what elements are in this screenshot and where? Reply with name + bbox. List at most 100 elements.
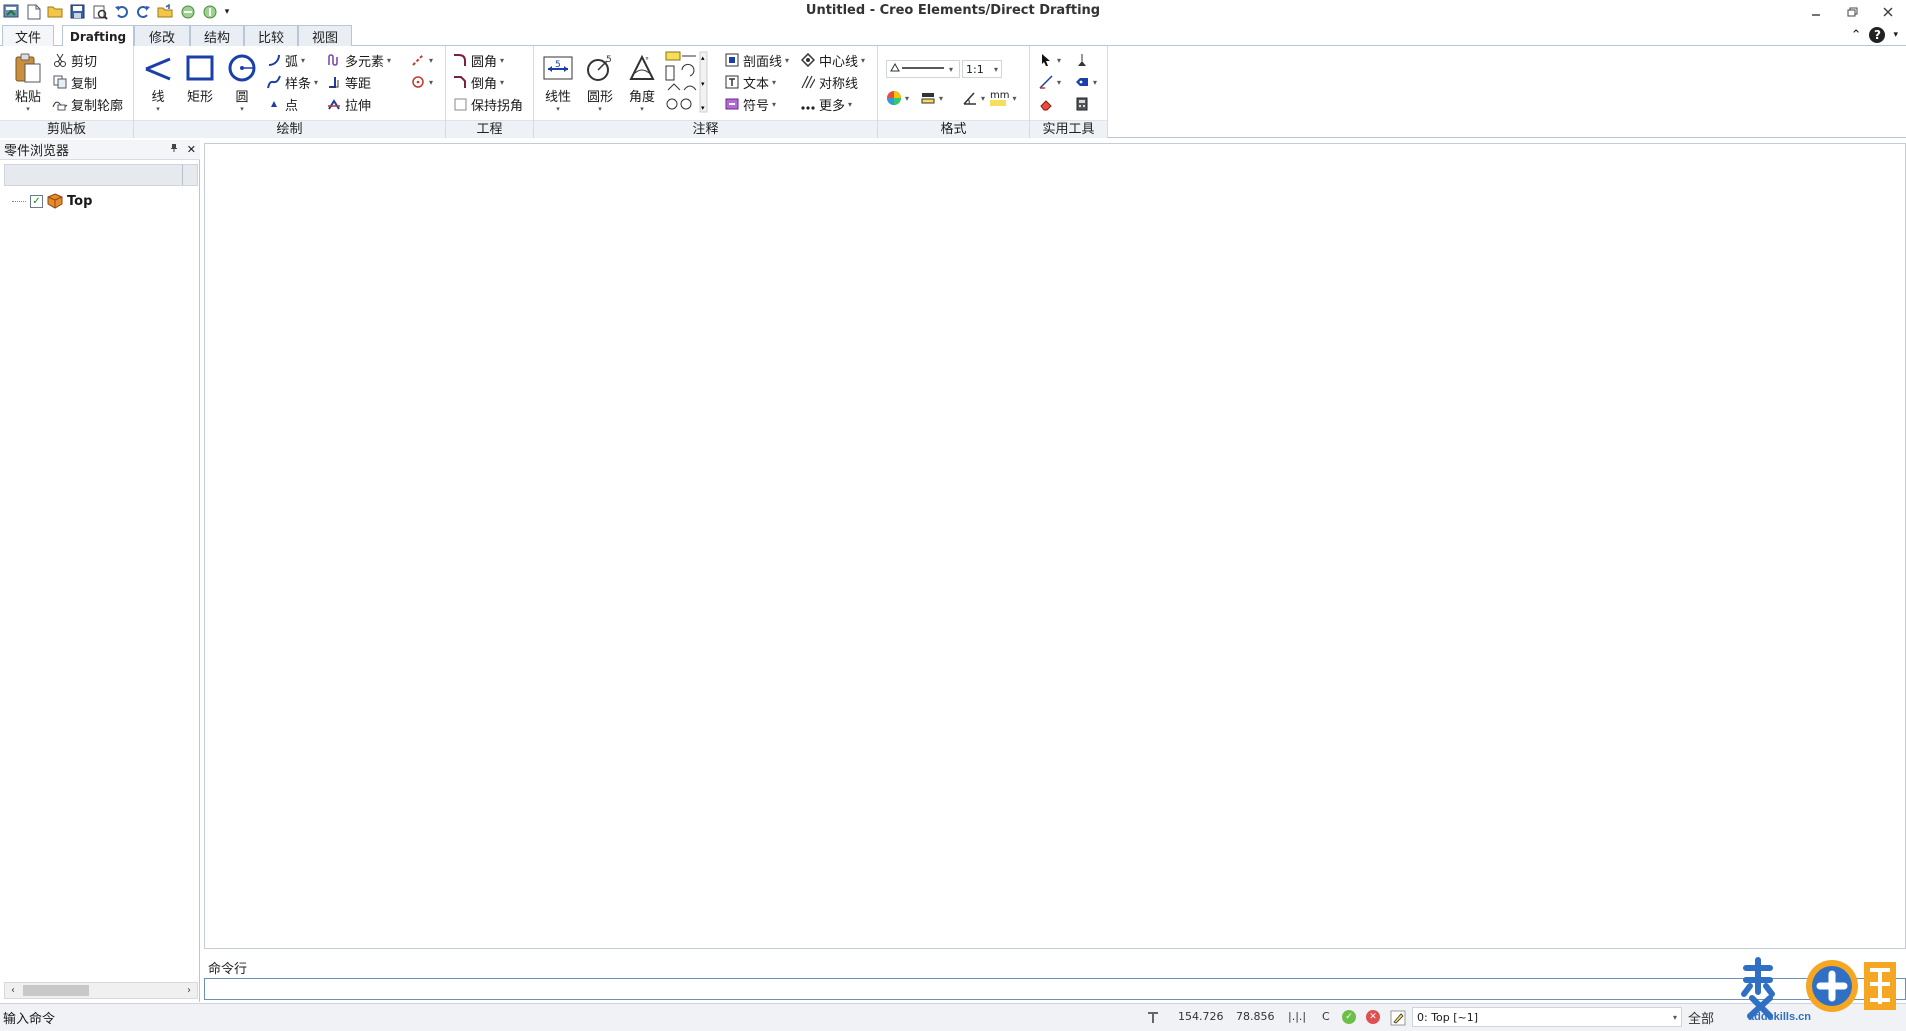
minimize-button[interactable] xyxy=(1798,0,1834,24)
angle-dimension-button[interactable]: ° 角度 ▾ xyxy=(622,52,662,114)
close-button[interactable] xyxy=(1870,0,1906,24)
command-line-input[interactable] xyxy=(204,978,1906,1000)
catch-indicator[interactable]: C xyxy=(1322,1010,1330,1023)
ribbon-collapse-icon[interactable]: ⌃ xyxy=(1851,28,1862,43)
paste-button[interactable]: 粘贴 ▾ xyxy=(8,52,48,114)
spline-icon xyxy=(266,74,282,90)
svg-text:5: 5 xyxy=(606,55,612,65)
scale-dropdown[interactable]: 1:1 ▾ xyxy=(962,60,1002,78)
tree-item-top[interactable]: ✓ Top xyxy=(12,193,92,209)
stretch-button[interactable]: 拉伸 xyxy=(326,94,371,114)
ribbon: 粘贴 ▾ 剪切 复制 复制轮廓 剪贴板 线 ▾ 矩形 圆 ▾ 弧 ▾ 样条 ▾ … xyxy=(0,46,1906,138)
cancel-icon[interactable]: ✕ xyxy=(1366,1010,1380,1024)
point-icon xyxy=(266,96,282,112)
tag-icon xyxy=(1074,74,1090,90)
scroll-thumb[interactable] xyxy=(23,985,89,996)
help-dropdown-icon[interactable]: ▾ xyxy=(1893,30,1898,40)
line-type-dropdown[interactable]: ▾ xyxy=(886,60,960,78)
tab-file[interactable]: 文件 xyxy=(2,25,54,46)
group-annotation: 5 线性 ▾ 5 圆形 ▾ ° 角度 ▾ ▴ ▾ ▾ 剖面线 ▾ 文本 ▾ 符号 ▾ 中心线 ▾ xyxy=(534,46,878,138)
fillet-button[interactable]: 圆角 ▾ xyxy=(452,50,504,70)
tree-column-header[interactable] xyxy=(4,164,198,186)
text-tool-icon[interactable] xyxy=(1146,1010,1160,1024)
select-dropdown[interactable]: ▾ xyxy=(1038,50,1061,70)
dimension-gallery[interactable]: ▴ ▾ ▾ xyxy=(664,50,708,114)
spline-button[interactable]: 样条 ▾ xyxy=(266,72,318,92)
title-bar: ▾ Untitled - Creo Elements/Direct Drafti… xyxy=(0,0,1906,24)
centerline-icon xyxy=(800,52,816,68)
color-dropdown[interactable]: ▾ xyxy=(886,88,909,108)
help-icon[interactable]: ? xyxy=(1869,27,1886,43)
tab-structure[interactable]: 结构 xyxy=(190,25,244,46)
svg-text:▾: ▾ xyxy=(701,104,705,112)
unit-dropdown[interactable]: mm ▾ xyxy=(990,88,1017,108)
ribbon-tab-row: 文件 Drafting 修改 结构 比较 视图 ⌃ ? ▾ xyxy=(0,24,1906,47)
more-button[interactable]: 更多 ▾ xyxy=(800,94,852,114)
confirm-icon[interactable]: ✓ xyxy=(1342,1010,1356,1024)
calculator-button[interactable] xyxy=(1074,94,1090,114)
grid-indicator[interactable]: |.|.| xyxy=(1288,1010,1306,1023)
active-part-dropdown[interactable]: 0: Top [~1] ▾ xyxy=(1412,1007,1682,1027)
scroll-right-icon[interactable]: › xyxy=(181,983,197,998)
centerline-button[interactable]: 中心线 ▾ xyxy=(800,50,865,70)
svg-text:▾: ▾ xyxy=(701,80,705,88)
rectangle-button[interactable]: 矩形 xyxy=(180,52,220,114)
copy-outline-button[interactable]: 复制轮廓 xyxy=(52,94,123,114)
tab-modify[interactable]: 修改 xyxy=(134,25,190,46)
group-label-clipboard: 剪贴板 xyxy=(0,120,133,138)
status-bar: 输入命令 154.726 78.856 |.|.| C ✓ ✕ 0: Top [… xyxy=(0,1003,1906,1031)
panel-horizontal-scrollbar[interactable]: ‹ › xyxy=(4,982,198,999)
scroll-left-icon[interactable]: ‹ xyxy=(5,983,21,998)
group-label-draw: 绘制 xyxy=(134,120,445,138)
construction-line-icon xyxy=(410,52,426,68)
construction-line-button[interactable]: ▾ xyxy=(410,50,433,70)
multi-element-button[interactable]: 多元素 ▾ xyxy=(326,50,391,70)
text-button[interactable]: 文本 ▾ xyxy=(724,72,776,92)
keep-corner-checkbox[interactable]: 保持拐角 xyxy=(452,94,523,114)
arc-icon xyxy=(266,52,282,68)
construction-circle-button[interactable]: ▾ xyxy=(410,72,433,92)
line-button[interactable]: 线 ▾ xyxy=(138,52,178,114)
tag-dropdown[interactable]: ▾ xyxy=(1074,72,1097,92)
drawing-canvas[interactable] xyxy=(204,143,1906,949)
more-dots-icon xyxy=(800,96,816,112)
linear-dimension-button[interactable]: 5 线性 ▾ xyxy=(538,52,578,114)
svg-text:5: 5 xyxy=(555,60,561,70)
part-browser-header: 零件浏览器 ✕ xyxy=(0,140,200,160)
ribbon-right-controls: ⌃ ? ▾ xyxy=(1851,27,1898,43)
circle-button[interactable]: 圆 ▾ xyxy=(222,52,262,114)
line-icon xyxy=(142,52,174,84)
restore-button[interactable] xyxy=(1834,0,1870,24)
equidistant-button[interactable]: 等距 xyxy=(326,72,371,92)
tab-drafting[interactable]: Drafting xyxy=(62,25,134,47)
tab-view[interactable]: 视图 xyxy=(298,25,352,46)
tree-item-label: Top xyxy=(67,193,93,209)
watermark-text: addskills.cn xyxy=(1748,1011,1811,1023)
multi-element-icon xyxy=(326,52,342,68)
selection-filter[interactable]: 全部 xyxy=(1688,1008,1714,1027)
tab-compare[interactable]: 比较 xyxy=(244,25,298,46)
angle-format-dropdown[interactable]: ▾ xyxy=(962,88,985,108)
offset-icon xyxy=(326,74,342,90)
circular-dimension-button[interactable]: 5 圆形 ▾ xyxy=(580,52,620,114)
point-button[interactable]: 点 xyxy=(266,94,298,114)
tree-item-checkbox[interactable]: ✓ xyxy=(30,194,43,208)
eraser-button[interactable] xyxy=(1038,94,1054,114)
symbol-button[interactable]: 符号 ▾ xyxy=(724,94,776,114)
measure-dropdown[interactable]: ▾ xyxy=(1038,72,1061,92)
section-line-button[interactable]: 剖面线 ▾ xyxy=(724,50,789,70)
layer-dropdown[interactable]: ▾ xyxy=(920,88,943,108)
symmetry-line-button[interactable]: 对称线 xyxy=(800,72,858,92)
arc-button[interactable]: 弧 ▾ xyxy=(266,50,305,70)
paste-icon xyxy=(12,52,44,84)
highlight-icon[interactable] xyxy=(1390,1010,1406,1026)
group-label-utilities: 实用工具 xyxy=(1030,120,1107,138)
part-browser-panel: 零件浏览器 ✕ ✓ Top ‹ › xyxy=(0,140,200,1002)
pin-icon[interactable] xyxy=(169,143,179,156)
inquire-button[interactable] xyxy=(1074,50,1090,70)
panel-close-icon[interactable]: ✕ xyxy=(187,143,196,156)
group-clipboard: 粘贴 ▾ 剪切 复制 复制轮廓 剪贴板 xyxy=(0,46,134,138)
copy-button[interactable]: 复制 xyxy=(52,72,97,92)
chamfer-button[interactable]: 倒角 ▾ xyxy=(452,72,504,92)
cut-button[interactable]: 剪切 xyxy=(52,50,97,70)
